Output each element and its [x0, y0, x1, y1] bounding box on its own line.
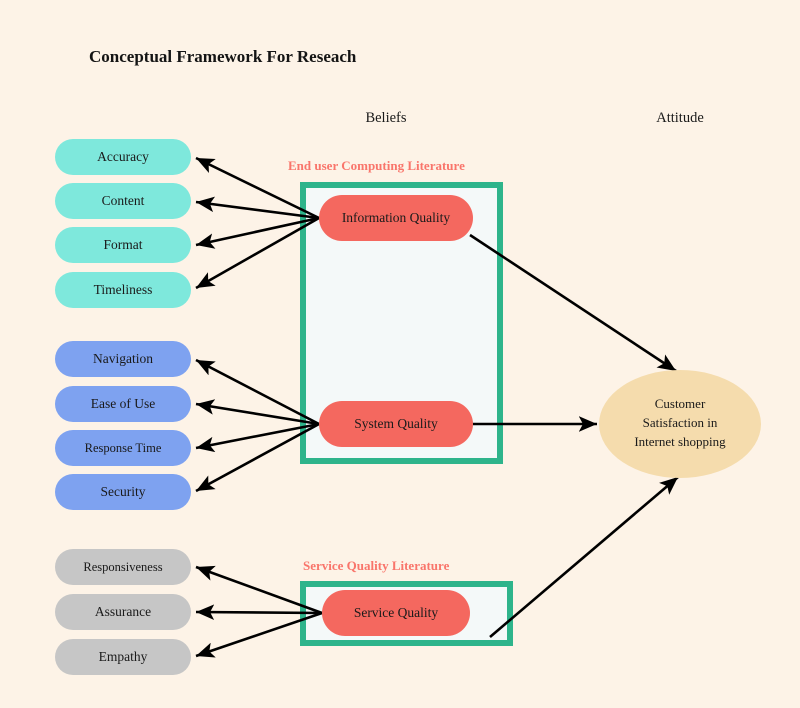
node-label: Content: [102, 193, 145, 208]
outcome-label-line-2: Internet shopping: [634, 434, 726, 449]
belief-node-information-quality[interactable]: Information Quality: [319, 195, 473, 241]
group-caption-end-user-computing: End user Computing Literature: [288, 158, 465, 173]
node-label: Service Quality: [354, 605, 439, 620]
outcome-label-line-1: Satisfaction in: [643, 415, 718, 430]
dimension-node-format[interactable]: Format: [55, 227, 191, 263]
node-label: Security: [101, 484, 146, 499]
column-header-beliefs: Beliefs: [365, 110, 406, 126]
node-label: Responsiveness: [83, 560, 162, 574]
dimension-node-empathy[interactable]: Empathy: [55, 639, 191, 675]
dimension-node-accuracy[interactable]: Accuracy: [55, 139, 191, 175]
node-label: Information Quality: [342, 210, 451, 225]
page-title: Conceptual Framework For Reseach: [89, 47, 357, 66]
node-label: Assurance: [95, 604, 151, 619]
node-label: Empathy: [99, 649, 148, 664]
column-headers: Beliefs Attitude: [365, 110, 703, 126]
edge-service-quality-to-customer-satisfaction-in-internet-shopping: [489, 476, 679, 638]
node-label: Format: [104, 237, 143, 252]
dimension-node-response-time[interactable]: Response Time: [55, 430, 191, 466]
node-label: Response Time: [85, 441, 162, 455]
node-label: Navigation: [93, 351, 153, 366]
dimension-node-navigation[interactable]: Navigation: [55, 341, 191, 377]
dimension-node-content[interactable]: Content: [55, 183, 191, 219]
conceptual-framework-diagram: Conceptual Framework For Reseach Beliefs…: [55, 47, 761, 675]
dimension-node-assurance[interactable]: Assurance: [55, 594, 191, 630]
dimension-node-responsiveness[interactable]: Responsiveness: [55, 549, 191, 585]
edge-service-quality-to-assurance: [195, 604, 323, 620]
outcome-node-customer-satisfaction[interactable]: Customer Satisfaction in Internet shopping: [599, 370, 761, 478]
dimension-nodes-layer: Accuracy Content Format Timeliness Navigatio…: [55, 139, 191, 675]
dimension-node-security[interactable]: Security: [55, 474, 191, 510]
node-label: Ease of Use: [91, 396, 155, 411]
column-header-attitude: Attitude: [656, 110, 704, 126]
node-label: Timeliness: [94, 282, 153, 297]
group-caption-service-quality: Service Quality Literature: [303, 558, 450, 573]
outcome-node-layer: Customer Satisfaction in Internet shopping: [599, 370, 761, 478]
belief-node-system-quality[interactable]: System Quality: [319, 401, 473, 447]
diagram-canvas: Conceptual Framework For Reseach Beliefs…: [0, 0, 800, 708]
dimension-node-timeliness[interactable]: Timeliness: [55, 272, 191, 308]
node-label: Accuracy: [97, 149, 149, 164]
outcome-label-line-0: Customer: [655, 396, 706, 411]
belief-node-service-quality[interactable]: Service Quality: [322, 590, 470, 636]
dimension-node-ease-of-use[interactable]: Ease of Use: [55, 386, 191, 422]
node-label: System Quality: [354, 416, 438, 431]
